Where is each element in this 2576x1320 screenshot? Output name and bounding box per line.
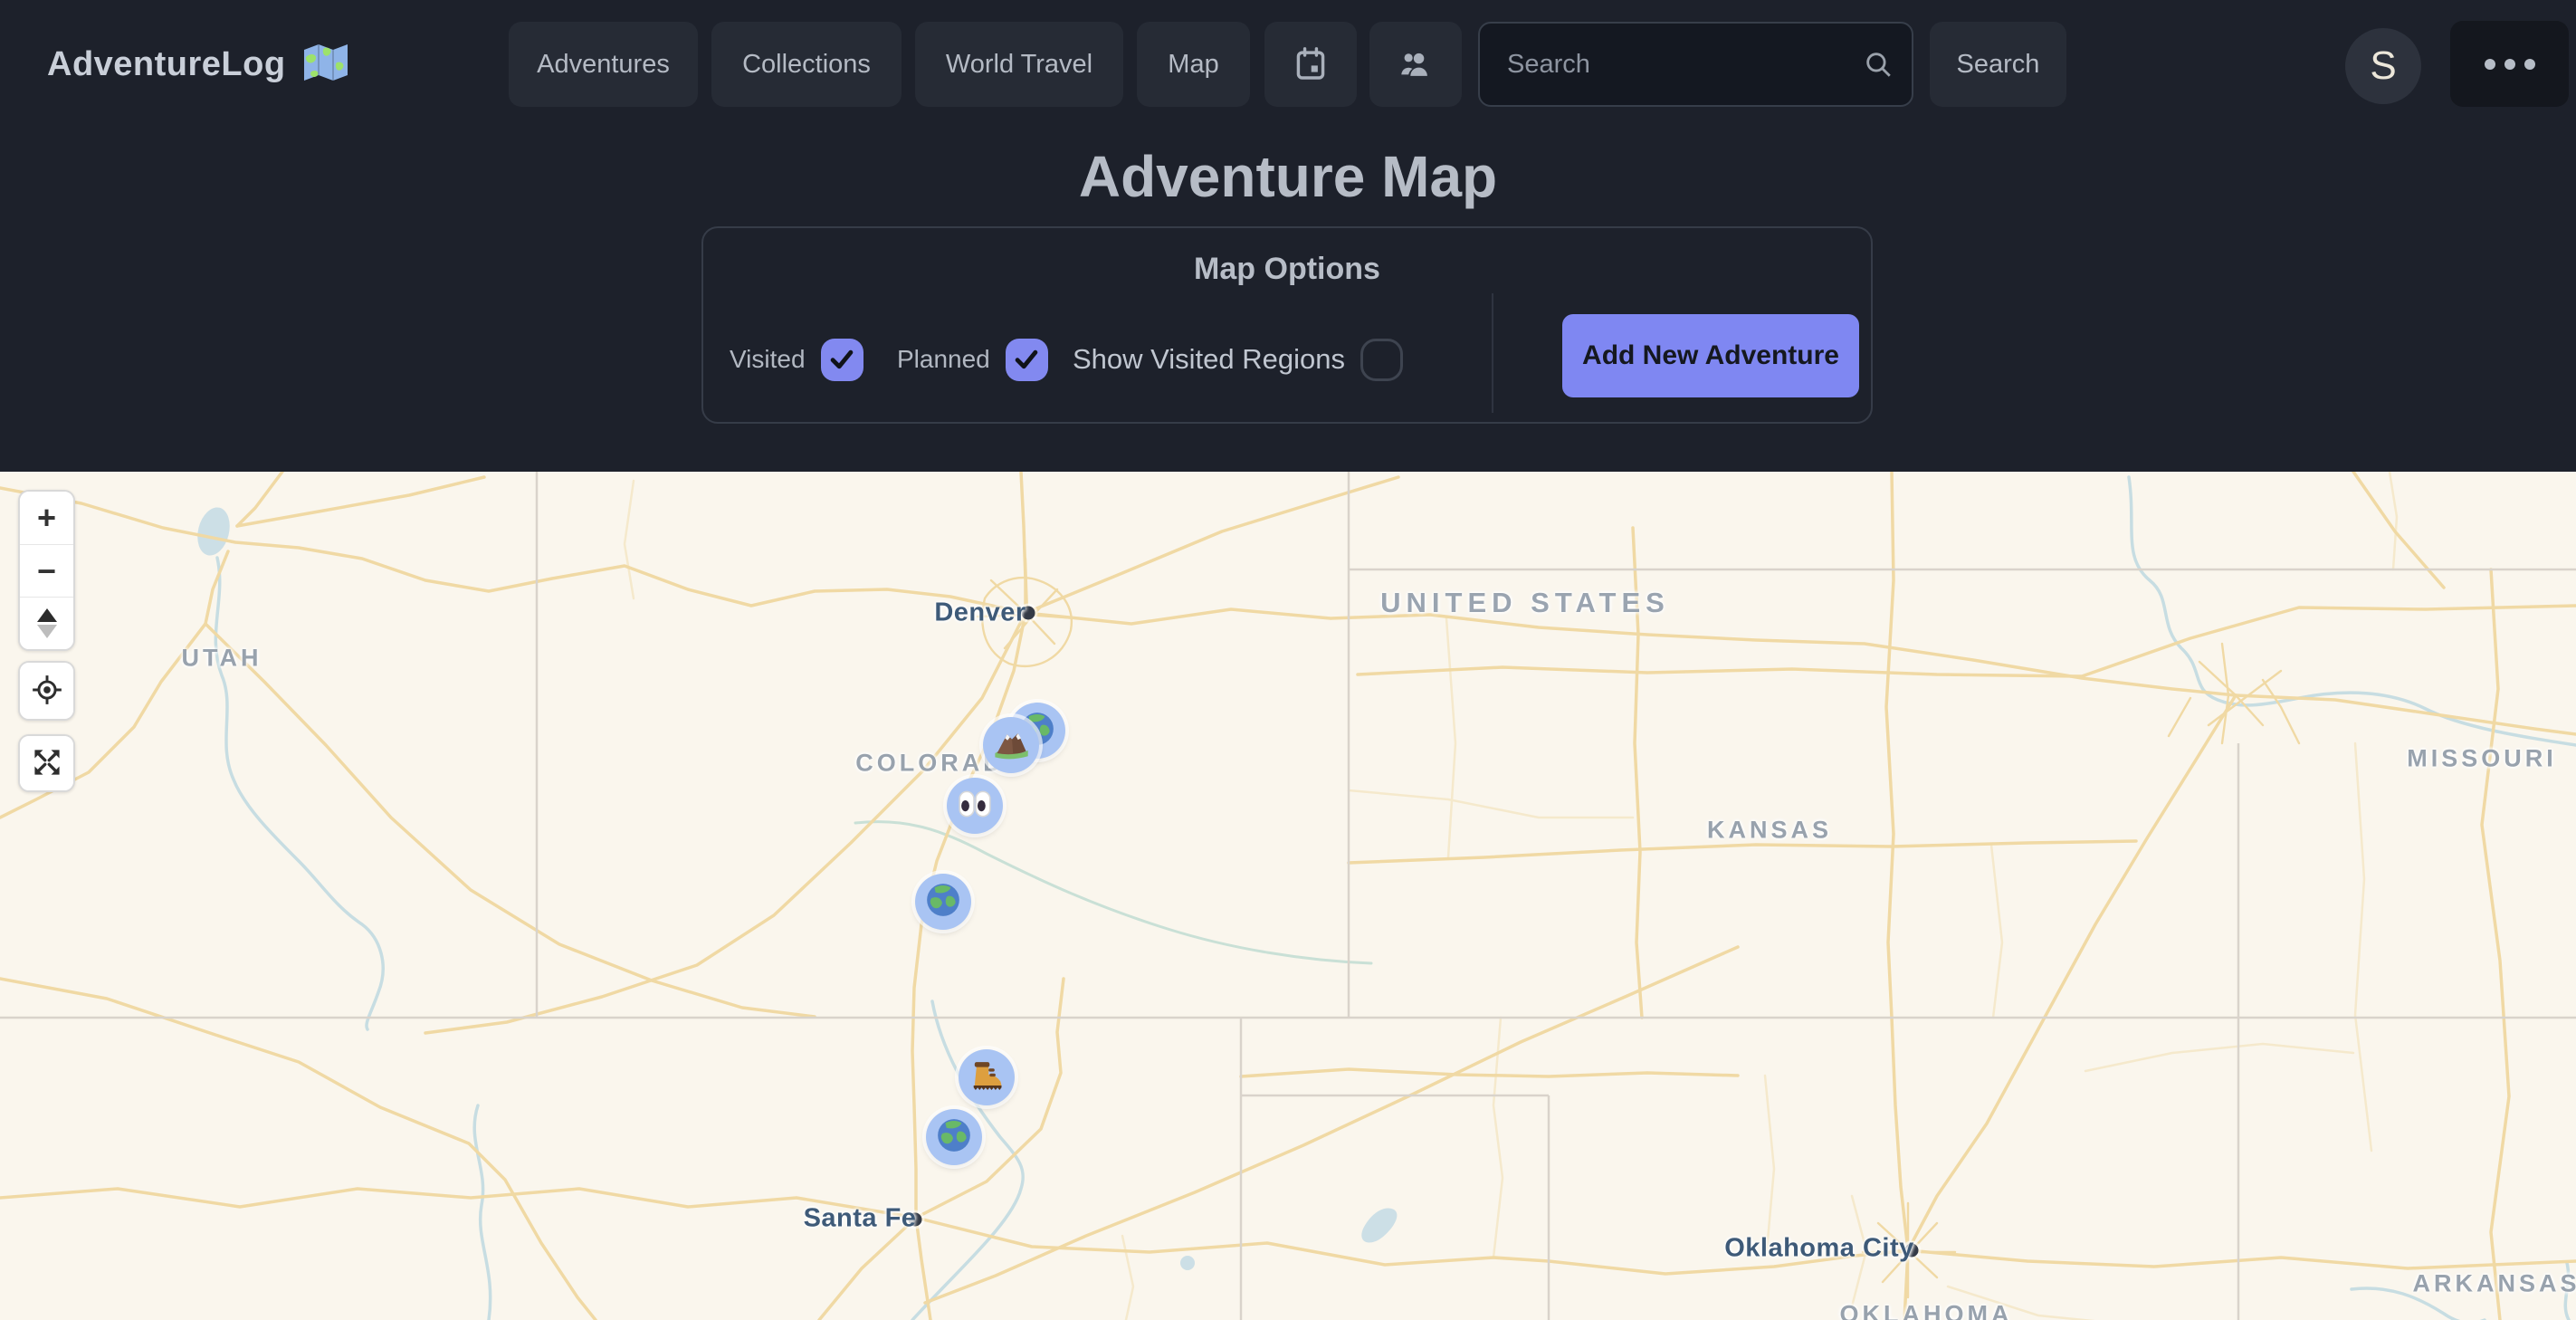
city-label-oklahoma-city: Oklahoma City	[1724, 1234, 1914, 1264]
eyes-icon	[956, 785, 994, 827]
zoom-out-button[interactable]: −	[20, 544, 73, 597]
geolocate-control-group	[18, 661, 75, 721]
toggle-visited[interactable]: Visited	[730, 337, 863, 382]
page-title: Adventure Map	[0, 143, 2576, 210]
calendar-icon	[1293, 46, 1328, 82]
state-label-kansas: KANSAS	[1707, 817, 1832, 845]
globe-icon	[935, 1116, 973, 1159]
state-label-utah: UTAH	[182, 645, 262, 673]
map-canvas[interactable]: UTAH COLORADO UNITED STATES KANSAS MISSO…	[0, 472, 2576, 1320]
top-navbar: AdventureLog Adventures Collections Worl…	[0, 0, 2576, 131]
check-icon	[1011, 344, 1042, 375]
zoom-in-button[interactable]: +	[20, 492, 73, 544]
folded-map-icon	[301, 41, 349, 89]
globe-icon	[924, 881, 962, 923]
app-logo[interactable]: AdventureLog	[47, 22, 349, 107]
pitch-up-icon	[37, 608, 57, 622]
fullscreen-icon	[32, 747, 62, 780]
map-base-layer	[0, 472, 2576, 1320]
toggle-show-visited-regions[interactable]: Show Visited Regions	[1073, 337, 1403, 382]
toggle-visited-label: Visited	[730, 345, 806, 374]
locate-icon	[32, 674, 62, 708]
search-field-wrap	[1478, 22, 1913, 107]
add-new-adventure-button[interactable]: Add New Adventure	[1562, 314, 1859, 397]
toggle-planned[interactable]: Planned	[897, 337, 1048, 382]
toggle-regions-label: Show Visited Regions	[1073, 343, 1345, 376]
toggle-planned-label: Planned	[897, 345, 990, 374]
more-menu-button[interactable]	[2450, 21, 2569, 107]
minus-icon: −	[37, 555, 56, 588]
country-label: UNITED STATES	[1380, 587, 1670, 619]
marker-boot[interactable]	[959, 1049, 1015, 1105]
city-label-santa-fe: Santa Fe	[804, 1204, 917, 1234]
marker-eyes[interactable]	[947, 778, 1003, 834]
nav-collections[interactable]: Collections	[711, 22, 902, 107]
adventurelog-app: AdventureLog Adventures Collections Worl…	[0, 0, 2576, 1320]
mountain-icon	[991, 723, 1031, 768]
zoom-control-group: + −	[18, 490, 75, 651]
search-input[interactable]	[1478, 22, 1913, 107]
marker-globe-santa-fe[interactable]	[926, 1109, 982, 1165]
users-button[interactable]	[1369, 22, 1462, 107]
hiking-boot-icon	[967, 1056, 1007, 1100]
search-button[interactable]: Search	[1930, 22, 2066, 107]
ellipsis-icon	[2485, 59, 2495, 70]
fullscreen-button[interactable]	[20, 736, 73, 790]
users-icon	[1398, 48, 1434, 81]
avatar[interactable]: S	[2345, 28, 2421, 104]
calendar-button[interactable]	[1264, 22, 1357, 107]
state-label-missouri: MISSOURI	[2407, 745, 2557, 773]
visited-checkbox[interactable]	[821, 339, 863, 381]
fullscreen-control-group	[18, 734, 75, 792]
planned-checkbox[interactable]	[1006, 339, 1048, 381]
city-label-denver: Denver	[934, 598, 1026, 628]
app-title: AdventureLog	[47, 45, 286, 84]
nav-adventures[interactable]: Adventures	[509, 22, 698, 107]
options-divider	[1492, 293, 1493, 413]
pitch-down-icon	[37, 625, 57, 638]
state-label-oklahoma: OKLAHOMA	[1840, 1301, 2013, 1320]
geolocate-button[interactable]	[20, 663, 73, 719]
show-visited-regions-checkbox[interactable]	[1360, 339, 1403, 381]
pitch-toggle-button[interactable]	[20, 597, 73, 649]
marker-mountain[interactable]	[983, 717, 1039, 773]
plus-icon: +	[37, 502, 56, 534]
avatar-initial: S	[2370, 43, 2396, 89]
marker-globe-colorado[interactable]	[915, 874, 971, 930]
check-icon	[826, 344, 857, 375]
nav-map[interactable]: Map	[1137, 22, 1250, 107]
map-options-panel: Map Options Visited Planned Show Visited…	[701, 226, 1873, 424]
map-options-title: Map Options	[703, 252, 1871, 287]
nav-world-travel[interactable]: World Travel	[915, 22, 1123, 107]
state-label-arkansas: ARKANSAS	[2412, 1270, 2576, 1298]
